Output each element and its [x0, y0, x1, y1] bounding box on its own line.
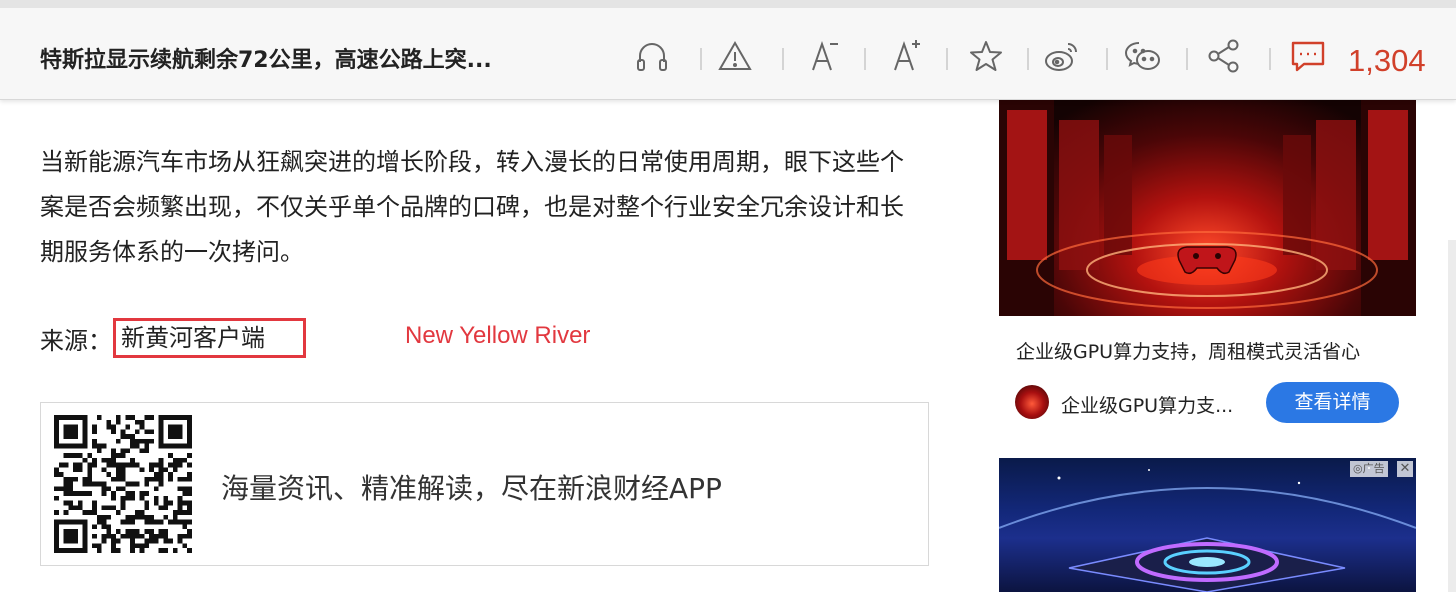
ad-label: ◎广告 — [1350, 461, 1388, 477]
toolbar-divider — [864, 48, 866, 70]
article-title: 特斯拉显示续航剩余72公里，高速公路上突... — [40, 48, 492, 73]
source-value: 新黄河客户端 — [113, 318, 306, 358]
warning-icon — [718, 40, 752, 70]
comment-button[interactable] — [1286, 34, 1330, 78]
toolbar-divider — [700, 48, 702, 70]
comment-count[interactable]: 1,304 — [1348, 43, 1426, 79]
ad-illustration — [999, 467, 1416, 592]
article-paragraph: 当新能源汽车市场从狂飙突进的增长阶段，转入漫长的日常使用周期，眼下这些个案是否会… — [40, 148, 904, 266]
ad-image-gaming-server[interactable] — [999, 100, 1416, 316]
listen-button[interactable] — [630, 34, 674, 78]
share-button[interactable] — [1202, 34, 1246, 78]
toolbar-divider — [1186, 48, 1188, 70]
source-label: 来源： — [40, 327, 112, 355]
share-weibo-button[interactable] — [1040, 34, 1084, 78]
toolbar-divider — [1106, 48, 1108, 70]
source-annotation: New Yellow River — [405, 322, 591, 349]
font-increase-button[interactable] — [885, 34, 929, 78]
ad-caption[interactable]: 企业级GPU算力支持，周租模式灵活省心 — [1016, 337, 1360, 364]
share-wechat-button[interactable] — [1121, 34, 1165, 78]
qr-code — [54, 415, 192, 553]
ad-info-icon: ◎ — [1353, 462, 1363, 475]
headphones-icon — [637, 43, 667, 71]
wechat-icon — [1124, 42, 1160, 70]
app-banner-text: 海量资讯、精准解读，尽在新浪财经APP — [221, 472, 722, 505]
favorite-button[interactable] — [964, 34, 1008, 78]
toolbar-divider — [946, 48, 948, 70]
app-download-banner[interactable]: 海量资讯、精准解读，尽在新浪财经APP — [40, 402, 929, 566]
ad-close-button[interactable]: ✕ — [1397, 461, 1413, 477]
font-increase-icon — [894, 40, 920, 71]
ad-illustration — [999, 100, 1416, 316]
toolbar-divider — [782, 48, 784, 70]
ad-label-text: 广告 — [1362, 462, 1385, 475]
report-button[interactable] — [713, 34, 757, 78]
toolbar-divider — [1269, 48, 1271, 70]
share-icon — [1208, 39, 1239, 73]
font-decrease-button[interactable] — [803, 34, 847, 78]
page-edge-scroll-track — [1448, 240, 1456, 592]
article-toolbar: 特斯拉显示续航剩余72公里，高速公路上突... 1,304 — [0, 0, 1456, 100]
weibo-icon — [1045, 43, 1077, 71]
advertiser-name[interactable]: 企业级GPU算力支... — [1061, 391, 1233, 418]
star-icon — [970, 41, 1002, 71]
view-details-button[interactable]: 查看详情 — [1266, 382, 1399, 423]
comment-icon — [1291, 41, 1325, 72]
ad-image-gpu-platform[interactable] — [999, 458, 1416, 592]
font-decrease-icon — [812, 40, 838, 71]
toolbar-divider — [1027, 48, 1029, 70]
advertiser-avatar — [1015, 385, 1049, 419]
